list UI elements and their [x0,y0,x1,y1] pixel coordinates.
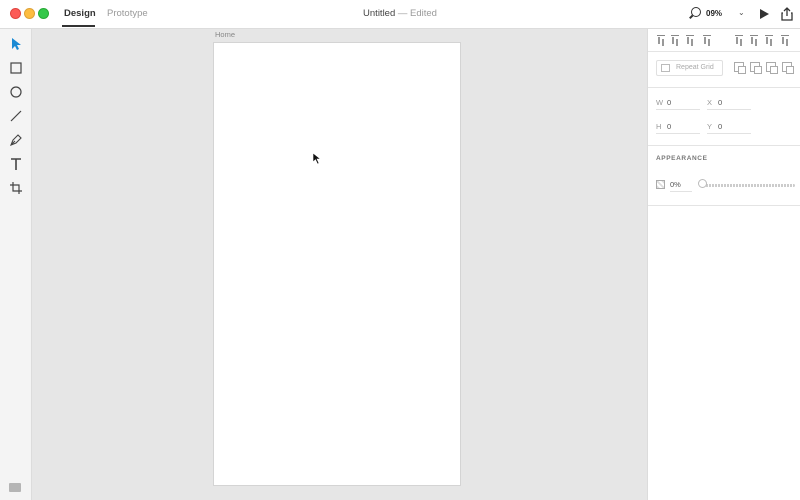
appearance-title: APPEARANCE [656,155,708,162]
opacity-slider[interactable] [700,184,795,187]
y-label: Y [707,122,713,131]
align-right-icon[interactable] [764,35,774,45]
property-inspector: Repeat Grid W 0 X 0 H 0 Y 0 APPEARANCE 0… [647,29,800,500]
boolean-add-icon[interactable] [734,62,746,74]
height-value[interactable]: 0 [667,122,671,131]
repeat-grid-icon [661,64,670,72]
tool-bar [0,29,32,500]
rectangle-tool[interactable] [8,60,24,76]
zoom-icon [691,7,701,17]
distribute-horizontal-icon[interactable] [702,35,712,45]
arrow-pointer-icon [12,38,21,50]
design-canvas[interactable]: Home [32,29,647,500]
pen-tool[interactable] [8,132,24,148]
align-center-icon[interactable] [749,35,759,45]
opacity-slider-handle[interactable] [698,179,707,188]
play-icon[interactable] [760,9,769,19]
document-edited-status: — Edited [397,8,437,19]
artboard-home[interactable] [213,42,461,486]
width-label: W [656,98,664,107]
x-value[interactable]: 0 [718,98,722,107]
line-tool[interactable] [8,108,24,124]
tab-design[interactable]: Design [64,8,96,19]
artboard-tool[interactable] [8,180,24,196]
share-icon[interactable] [781,7,793,21]
text-icon [11,158,21,170]
repeat-and-boolean-row: Repeat Grid [648,52,800,88]
y-value[interactable]: 0 [718,122,722,131]
select-tool[interactable] [8,36,24,52]
minimize-window-button[interactable] [24,8,35,19]
distribute-vertical-icon[interactable] [780,35,790,45]
close-window-button[interactable] [10,8,21,19]
active-tab-indicator [62,25,95,27]
repeat-grid-button[interactable]: Repeat Grid [656,60,723,76]
align-bottom-icon[interactable] [685,35,695,45]
document-name: Untitled [363,8,396,19]
zoom-value: 09% [706,9,723,18]
artboard-label[interactable]: Home [215,30,235,39]
zoom-control[interactable]: 09% ⌄ [689,5,749,23]
align-middle-icon[interactable] [670,35,680,45]
height-field[interactable]: H 0 [656,120,700,134]
ellipse-tool[interactable] [8,84,24,100]
appearance-section: APPEARANCE 0% [648,146,800,206]
opacity-input[interactable]: 0% [670,180,692,192]
text-tool[interactable] [8,156,24,172]
width-field[interactable]: W 0 [656,96,700,110]
opacity-icon [656,180,665,189]
x-label: X [707,98,713,107]
repeat-grid-label: Repeat Grid [676,64,714,71]
line-icon [10,110,22,122]
title-bar: Design Prototype Untitled — Edited 09% ⌄ [0,0,800,29]
mouse-cursor-icon [312,152,322,165]
boolean-exclude-icon[interactable] [782,62,794,74]
align-left-icon[interactable] [734,35,744,45]
pen-icon [10,134,22,146]
y-position-field[interactable]: Y 0 [707,120,751,134]
width-value[interactable]: 0 [667,98,671,107]
comment-icon[interactable] [9,483,21,492]
dimensions-section: W 0 X 0 H 0 Y 0 [648,88,800,146]
x-position-field[interactable]: X 0 [707,96,751,110]
boolean-intersect-icon[interactable] [766,62,778,74]
align-top-icon[interactable] [656,35,666,45]
maximize-window-button[interactable] [38,8,49,19]
height-label: H [656,122,662,131]
artboard-icon [10,182,22,194]
rectangle-icon [10,62,22,74]
tab-prototype[interactable]: Prototype [107,8,148,19]
boolean-subtract-icon[interactable] [750,62,762,74]
align-toolbar [648,29,800,52]
ellipse-icon [10,86,22,98]
chevron-down-icon[interactable]: ⌄ [738,8,745,17]
